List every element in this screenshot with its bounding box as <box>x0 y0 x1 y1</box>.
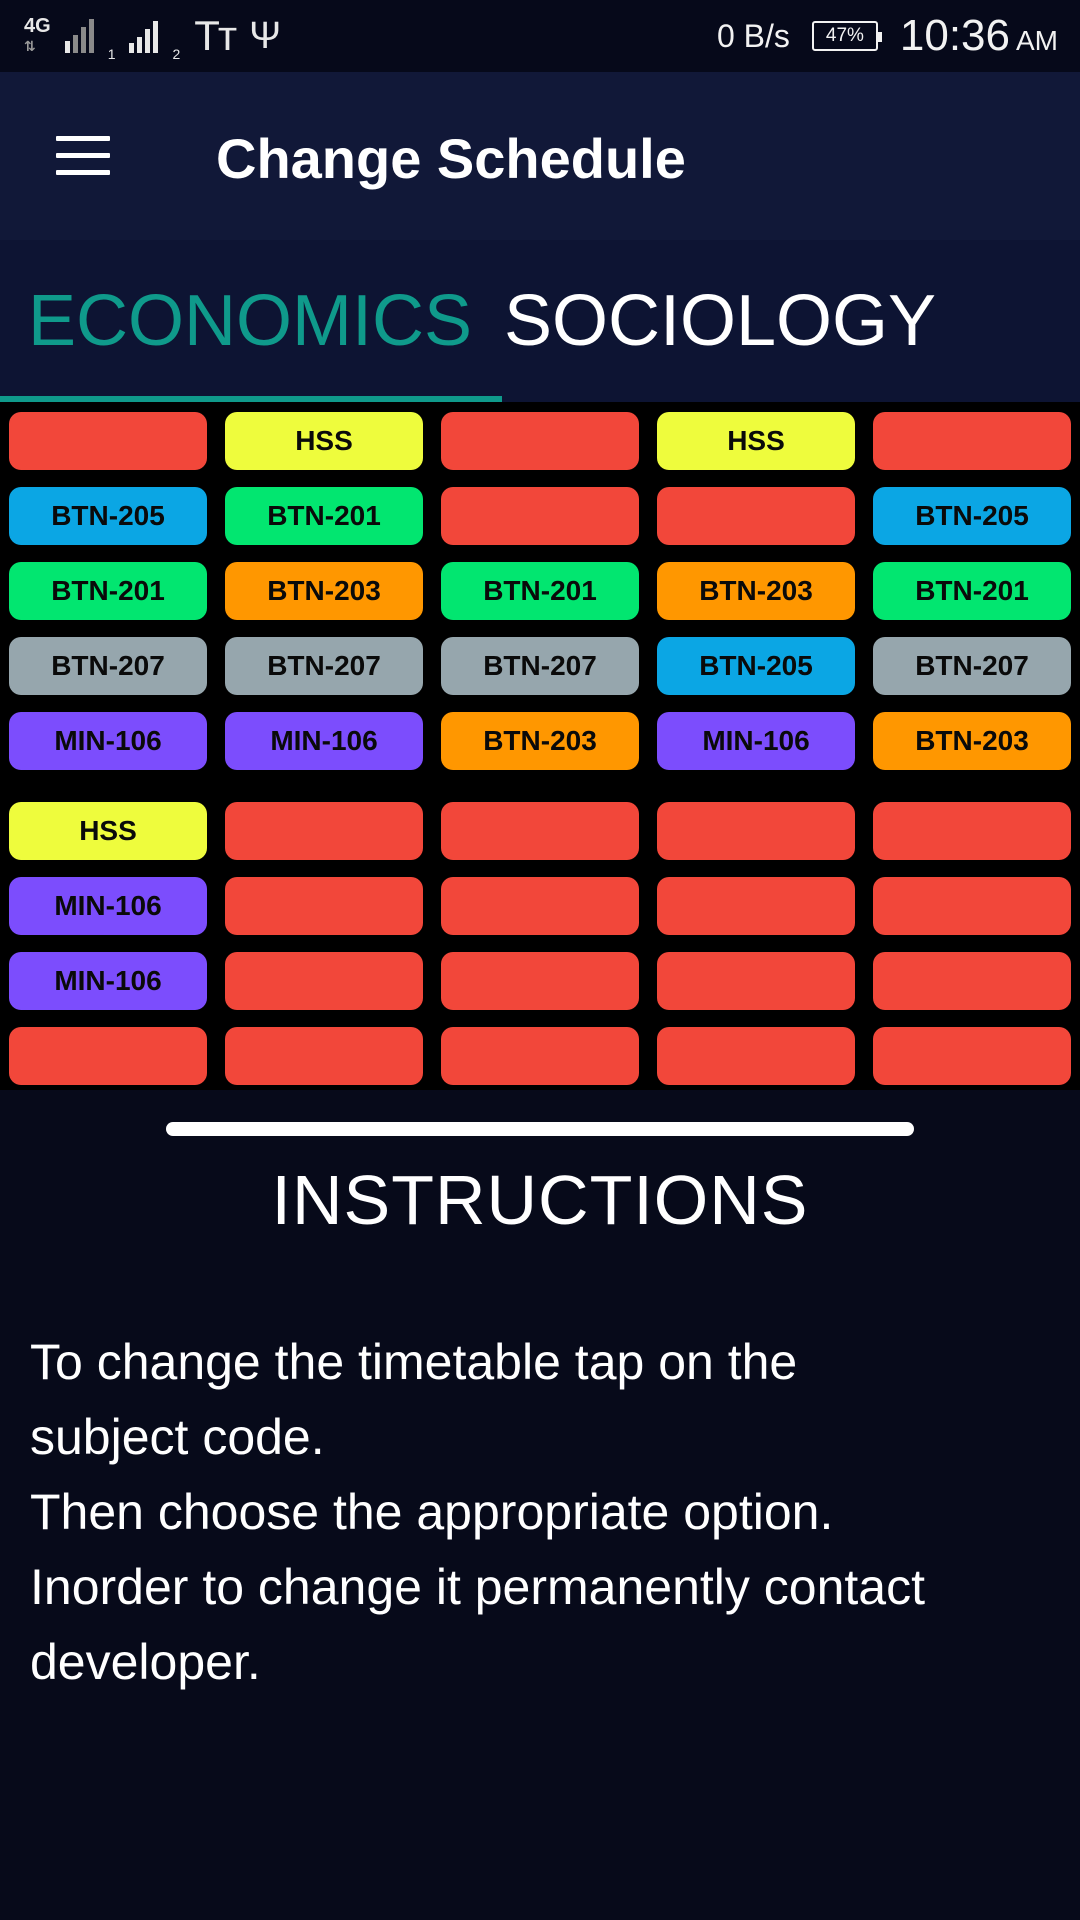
hamburger-menu-icon[interactable] <box>52 134 112 178</box>
schedule-cell[interactable] <box>225 952 423 1010</box>
schedule-cell[interactable] <box>225 802 423 860</box>
schedule-cell[interactable] <box>225 1027 423 1085</box>
instructions-body: To change the timetable tap on the subje… <box>30 1325 1060 1700</box>
schedule-cell[interactable] <box>441 952 639 1010</box>
divider <box>166 1122 914 1136</box>
schedule-cell[interactable]: MIN-106 <box>9 877 207 935</box>
instructions-title: INSTRUCTIONS <box>271 1161 809 1239</box>
network-type: 4G <box>24 15 51 37</box>
status-bar: 4G ⇅ 1 2 Tт Ψ 0 B/s 47% 10:36 AM <box>0 0 1080 72</box>
schedule-cell[interactable] <box>657 487 855 545</box>
schedule-cell[interactable] <box>873 1027 1071 1085</box>
schedule-cell[interactable]: HSS <box>225 412 423 470</box>
schedule-cell[interactable]: MIN-106 <box>9 712 207 770</box>
tab-economics[interactable]: ECONOMICS <box>0 240 500 402</box>
signal-sim1-icon <box>64 19 94 53</box>
schedule-cell[interactable] <box>873 877 1071 935</box>
schedule-cell[interactable] <box>657 952 855 1010</box>
schedule-cell[interactable]: BTN-201 <box>873 562 1071 620</box>
schedule-cell[interactable]: BTN-207 <box>873 637 1071 695</box>
schedule-cell[interactable] <box>441 412 639 470</box>
schedule-cell[interactable] <box>441 487 639 545</box>
schedule-cell[interactable]: BTN-205 <box>873 487 1071 545</box>
tab-bar: ECONOMICS SOCIOLOGY <box>0 240 1080 402</box>
instruction-line: Then choose the appropriate option. <box>30 1484 834 1540</box>
schedule-cell[interactable]: BTN-201 <box>9 562 207 620</box>
schedule-grid: HSS HSS BTN-205 BTN-201 BTN-205 BTN-201 BTN-20… <box>0 402 1080 1090</box>
schedule-cell[interactable]: BTN-201 <box>441 562 639 620</box>
schedule-cell[interactable]: MIN-106 <box>225 712 423 770</box>
schedule-cell[interactable] <box>9 412 207 470</box>
app-bar: Change Schedule <box>0 72 1080 240</box>
signal-sim2-icon <box>129 19 159 53</box>
schedule-cell[interactable]: MIN-106 <box>657 712 855 770</box>
status-bar-left: 4G ⇅ 1 2 Tт Ψ <box>24 10 281 62</box>
network-speed: 0 B/s <box>716 17 790 54</box>
schedule-cell[interactable]: BTN-203 <box>873 712 1071 770</box>
schedule-cell[interactable]: BTN-205 <box>9 487 207 545</box>
clock-ampm: AM <box>1016 25 1058 56</box>
schedule-cell[interactable]: BTN-207 <box>225 637 423 695</box>
schedule-cell[interactable]: BTN-207 <box>9 637 207 695</box>
schedule-cell[interactable] <box>9 1027 207 1085</box>
schedule-cell[interactable] <box>441 877 639 935</box>
usb-icon: Ψ <box>249 14 281 57</box>
schedule-cell[interactable] <box>657 802 855 860</box>
schedule-cell[interactable]: MIN-106 <box>9 952 207 1010</box>
schedule-cell[interactable] <box>873 412 1071 470</box>
tab-sociology[interactable]: SOCIOLOGY <box>500 240 940 402</box>
network-indicator: 4G ⇅ <box>24 16 51 56</box>
schedule-cell[interactable]: HSS <box>9 802 207 860</box>
schedule-cell[interactable] <box>873 952 1071 1010</box>
schedule-cell[interactable]: BTN-203 <box>441 712 639 770</box>
battery-level: 47% <box>825 25 864 46</box>
schedule-cell[interactable] <box>441 802 639 860</box>
schedule-cell[interactable]: BTN-207 <box>441 637 639 695</box>
schedule-cell[interactable] <box>225 877 423 935</box>
schedule-cell[interactable]: HSS <box>657 412 855 470</box>
status-bar-right: 0 B/s 47% 10:36 AM <box>717 10 1058 62</box>
schedule-cell[interactable]: BTN-203 <box>657 562 855 620</box>
battery-icon: 47% <box>811 21 882 51</box>
sim1-label: 1 <box>107 46 116 62</box>
schedule-cell[interactable] <box>657 1027 855 1085</box>
data-arrows-icon: ⇅ <box>24 38 36 54</box>
sim2-label: 2 <box>172 46 181 62</box>
schedule-cell[interactable] <box>657 877 855 935</box>
schedule-cell[interactable]: BTN-203 <box>225 562 423 620</box>
font-size-icon: Tт <box>194 12 237 59</box>
page-title: Change Schedule <box>216 127 686 190</box>
clock: 10:36 AM <box>900 11 1058 61</box>
instruction-line: Inorder to change it permanently contact… <box>30 1559 925 1690</box>
instruction-line: To change the timetable tap on the subje… <box>30 1334 798 1465</box>
clock-time: 10:36 <box>899 11 1010 60</box>
schedule-cell[interactable] <box>441 1027 639 1085</box>
schedule-cell[interactable]: BTN-205 <box>657 637 855 695</box>
schedule-cell[interactable] <box>873 802 1071 860</box>
schedule-cell[interactable]: BTN-201 <box>225 487 423 545</box>
